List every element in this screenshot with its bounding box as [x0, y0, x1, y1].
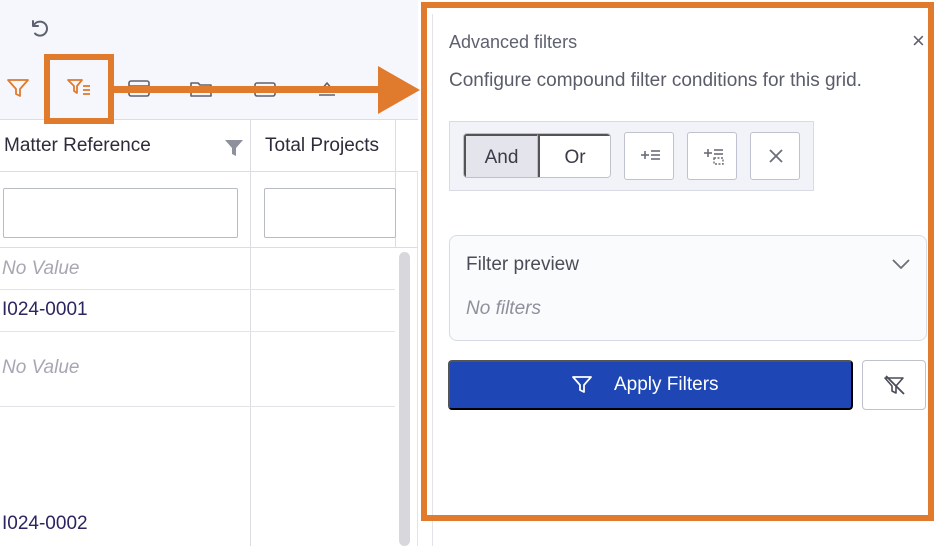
- advanced-filters-highlight: [421, 2, 934, 521]
- filter-icon[interactable]: [5, 75, 31, 101]
- matter-reference-filter-input[interactable]: [3, 188, 238, 238]
- grid-scrollbar[interactable]: [399, 252, 410, 546]
- table-row[interactable]: No Value: [0, 248, 395, 290]
- table-row[interactable]: No Value: [0, 332, 395, 407]
- table-row[interactable]: I024-0002: [0, 407, 395, 546]
- annotation-arrow-line: [114, 86, 384, 93]
- column-header-matter-reference[interactable]: Matter Reference: [4, 120, 250, 172]
- matter-reference-cell: No Value: [2, 357, 80, 378]
- table-row[interactable]: I024-0001: [0, 290, 395, 332]
- matter-reference-cell: I024-0002: [2, 513, 88, 534]
- advanced-filter-highlight: [44, 54, 114, 124]
- annotation-arrow-head: [378, 66, 420, 114]
- grid-header-row: Matter Reference Total Projects: [0, 120, 418, 172]
- matter-reference-cell: I024-0001: [2, 299, 88, 320]
- matter-reference-cell: No Value: [2, 258, 80, 279]
- total-projects-filter-input[interactable]: [264, 188, 396, 238]
- grid-filter-row: [0, 172, 418, 248]
- column-header-total-projects[interactable]: Total Projects: [265, 120, 395, 172]
- column-filter-icon[interactable]: [224, 138, 244, 158]
- undo-icon[interactable]: [27, 16, 51, 40]
